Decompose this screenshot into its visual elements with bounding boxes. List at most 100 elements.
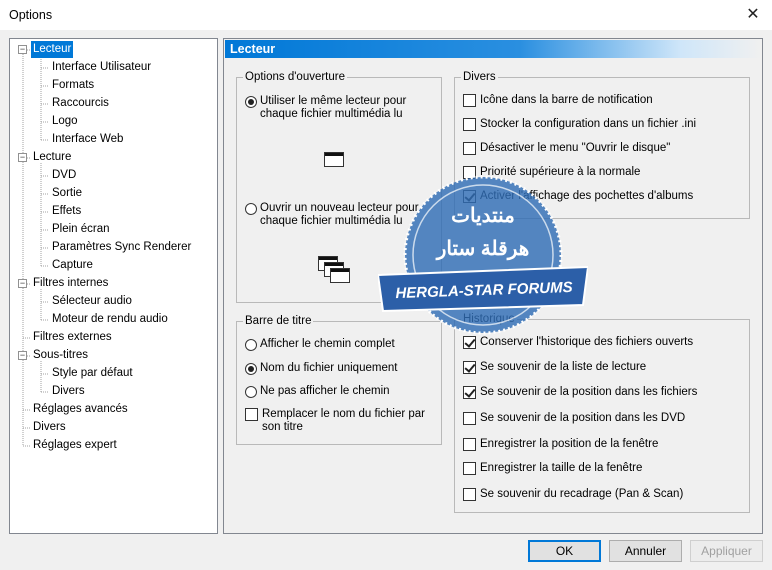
checkbox-box[interactable] — [463, 142, 476, 155]
tree-item[interactable]: Moteur de rendu audio — [50, 311, 170, 328]
new-player-label: Ouvrir un nouveau lecteur pour chaque fi… — [260, 202, 419, 227]
options-tree[interactable]: Lecteur − Interface Utilisateur Formats Racc… — [9, 38, 218, 534]
file-name-only-radio[interactable]: Nom du fichier uniquement — [245, 362, 435, 375]
checkbox-label: Conserver l'historique des fichiers ouve… — [480, 336, 694, 348]
cancel-button[interactable]: Annuler — [609, 540, 682, 562]
checkbox-label: Priorité supérieure à la normale — [480, 166, 641, 178]
replace-name-label: Remplacer le nom du fichier par son titr… — [262, 408, 425, 433]
radio-indicator[interactable] — [245, 386, 257, 398]
checkbox-box[interactable] — [245, 408, 258, 421]
tree-item[interactable]: Logo — [50, 113, 80, 130]
open-options-group: Options d'ouverture Utiliser le même lec… — [236, 70, 442, 303]
history-checkbox[interactable]: Se souvenir de la liste de lecture — [463, 361, 747, 374]
tree-item[interactable]: Plein écran — [50, 221, 112, 238]
misc-group: Divers Icône dans la barre de notificati… — [454, 70, 750, 219]
full-path-radio[interactable]: Afficher le chemin complet — [245, 338, 435, 351]
checkbox-label: Enregistrer la taille de la fenêtre — [480, 462, 643, 474]
radio-indicator[interactable] — [245, 363, 257, 375]
tree-item[interactable]: Filtres externes — [31, 329, 114, 346]
tree-item[interactable]: Interface Utilisateur — [50, 59, 153, 76]
checkbox-label: Stocker la configuration dans un fichier… — [480, 118, 697, 130]
checkbox-label: Icône dans la barre de notification — [480, 94, 653, 106]
misc-checkbox[interactable]: Désactiver le menu "Ouvrir le disque" — [463, 142, 747, 155]
tree-item[interactable]: Divers — [50, 383, 87, 400]
ok-button[interactable]: OK — [528, 540, 601, 562]
checkbox-label: Se souvenir de la position dans les fich… — [480, 386, 698, 398]
checkbox-label: Activer l'affichage des pochettes d'albu… — [480, 190, 694, 202]
no-path-label: Ne pas afficher le chemin — [260, 385, 390, 397]
tree-item[interactable]: Réglages expert — [31, 437, 119, 454]
file-name-only-label: Nom du fichier uniquement — [260, 362, 398, 374]
history-group: Historique Conserver l'historique des fi… — [454, 312, 750, 513]
tree-item[interactable]: Style par défaut — [50, 365, 135, 382]
checkbox-label: Se souvenir de la liste de lecture — [480, 361, 647, 373]
checkbox-label: Se souvenir de la position dans les DVD — [480, 412, 686, 424]
tree-item[interactable]: Formats — [50, 77, 96, 94]
radio-indicator[interactable] — [245, 339, 257, 351]
title-bar: Options ✕ — [0, 0, 772, 30]
checkbox-box[interactable] — [463, 166, 476, 179]
tree-item[interactable]: Interface Web — [50, 131, 125, 148]
misc-legend: Divers — [461, 70, 498, 84]
collapse-icon[interactable]: − — [18, 351, 27, 360]
checkbox-label: Se souvenir du recadrage (Pan & Scan) — [480, 488, 684, 500]
tree-item[interactable]: Divers — [31, 419, 68, 436]
watermark-arabic-line1: منتديات — [451, 205, 515, 227]
title-bar-group: Barre de titre Afficher le chemin comple… — [236, 314, 442, 445]
replace-name-checkbox[interactable]: Remplacer le nom du fichier par son titr… — [245, 408, 437, 434]
tree-item[interactable]: DVD — [50, 167, 78, 184]
history-checkbox[interactable]: Enregistrer la taille de la fenêtre — [463, 462, 747, 475]
checkbox-label: Enregistrer la position de la fenêtre — [480, 438, 659, 450]
tree-item[interactable]: Sous-titres — [31, 347, 90, 364]
tree-item[interactable]: Effets — [50, 203, 83, 220]
tree-item[interactable]: Lecture — [31, 149, 73, 166]
misc-checkbox[interactable]: Priorité supérieure à la normale — [463, 166, 747, 179]
misc-checkbox[interactable]: Activer l'affichage des pochettes d'albu… — [463, 190, 747, 203]
open-options-legend: Options d'ouverture — [243, 70, 348, 84]
tree-item[interactable]: Sortie — [50, 185, 84, 202]
collapse-icon[interactable]: − — [18, 153, 27, 162]
checkbox-box[interactable] — [463, 438, 476, 451]
misc-checkbox[interactable]: Stocker la configuration dans un fichier… — [463, 118, 747, 131]
apply-button[interactable]: Appliquer — [690, 540, 763, 562]
title-bar-legend: Barre de titre — [243, 314, 314, 328]
window-title: Options — [9, 8, 53, 22]
history-checkbox[interactable]: Enregistrer la position de la fenêtre — [463, 438, 747, 451]
misc-checkbox[interactable]: Icône dans la barre de notification — [463, 94, 747, 107]
history-checkbox[interactable]: Conserver l'historique des fichiers ouve… — [463, 336, 747, 349]
radio-indicator[interactable] — [245, 96, 257, 108]
no-path-radio[interactable]: Ne pas afficher le chemin — [245, 385, 435, 398]
history-checkbox[interactable]: Se souvenir de la position dans les fich… — [463, 386, 747, 399]
collapse-icon[interactable]: − — [18, 279, 27, 288]
history-checkbox[interactable]: Se souvenir du recadrage (Pan & Scan) — [463, 488, 747, 501]
tree-item[interactable]: Raccourcis — [50, 95, 111, 112]
same-player-radio[interactable]: Utiliser le même lecteur pour chaque fic… — [245, 95, 437, 121]
tree-item[interactable]: Capture — [50, 257, 95, 274]
radio-indicator[interactable] — [245, 203, 257, 215]
checkbox-box[interactable] — [463, 94, 476, 107]
tree-item[interactable]: Réglages avancés — [31, 401, 130, 418]
tree-item[interactable]: Filtres internes — [31, 275, 110, 292]
history-checkbox[interactable]: Se souvenir de la position dans les DVD — [463, 412, 747, 425]
checkbox-label: Désactiver le menu "Ouvrir le disque" — [480, 142, 671, 154]
collapse-icon[interactable]: − — [18, 45, 27, 54]
checkbox-box[interactable] — [463, 488, 476, 501]
new-player-radio[interactable]: Ouvrir un nouveau lecteur pour chaque fi… — [245, 202, 437, 228]
close-icon[interactable]: ✕ — [742, 4, 764, 26]
full-path-label: Afficher le chemin complet — [260, 338, 395, 350]
checkbox-box[interactable] — [463, 336, 476, 349]
same-player-label: Utiliser le même lecteur pour chaque fic… — [260, 95, 407, 120]
checkbox-box[interactable] — [463, 462, 476, 475]
checkbox-box[interactable] — [463, 386, 476, 399]
checkbox-box[interactable] — [463, 361, 476, 374]
checkbox-box[interactable] — [463, 190, 476, 203]
panel-title: Lecteur — [225, 40, 761, 58]
checkbox-box[interactable] — [463, 118, 476, 131]
tree-item[interactable]: Sélecteur audio — [50, 293, 134, 310]
tree-item[interactable]: Lecteur — [31, 41, 74, 58]
checkbox-box[interactable] — [463, 412, 476, 425]
tree-item[interactable]: Paramètres Sync Renderer — [50, 239, 193, 256]
multiple-windows-icon — [318, 256, 354, 286]
watermark-arabic-line2: هرقلة ستار — [436, 238, 530, 260]
history-legend: Historique — [461, 312, 517, 326]
